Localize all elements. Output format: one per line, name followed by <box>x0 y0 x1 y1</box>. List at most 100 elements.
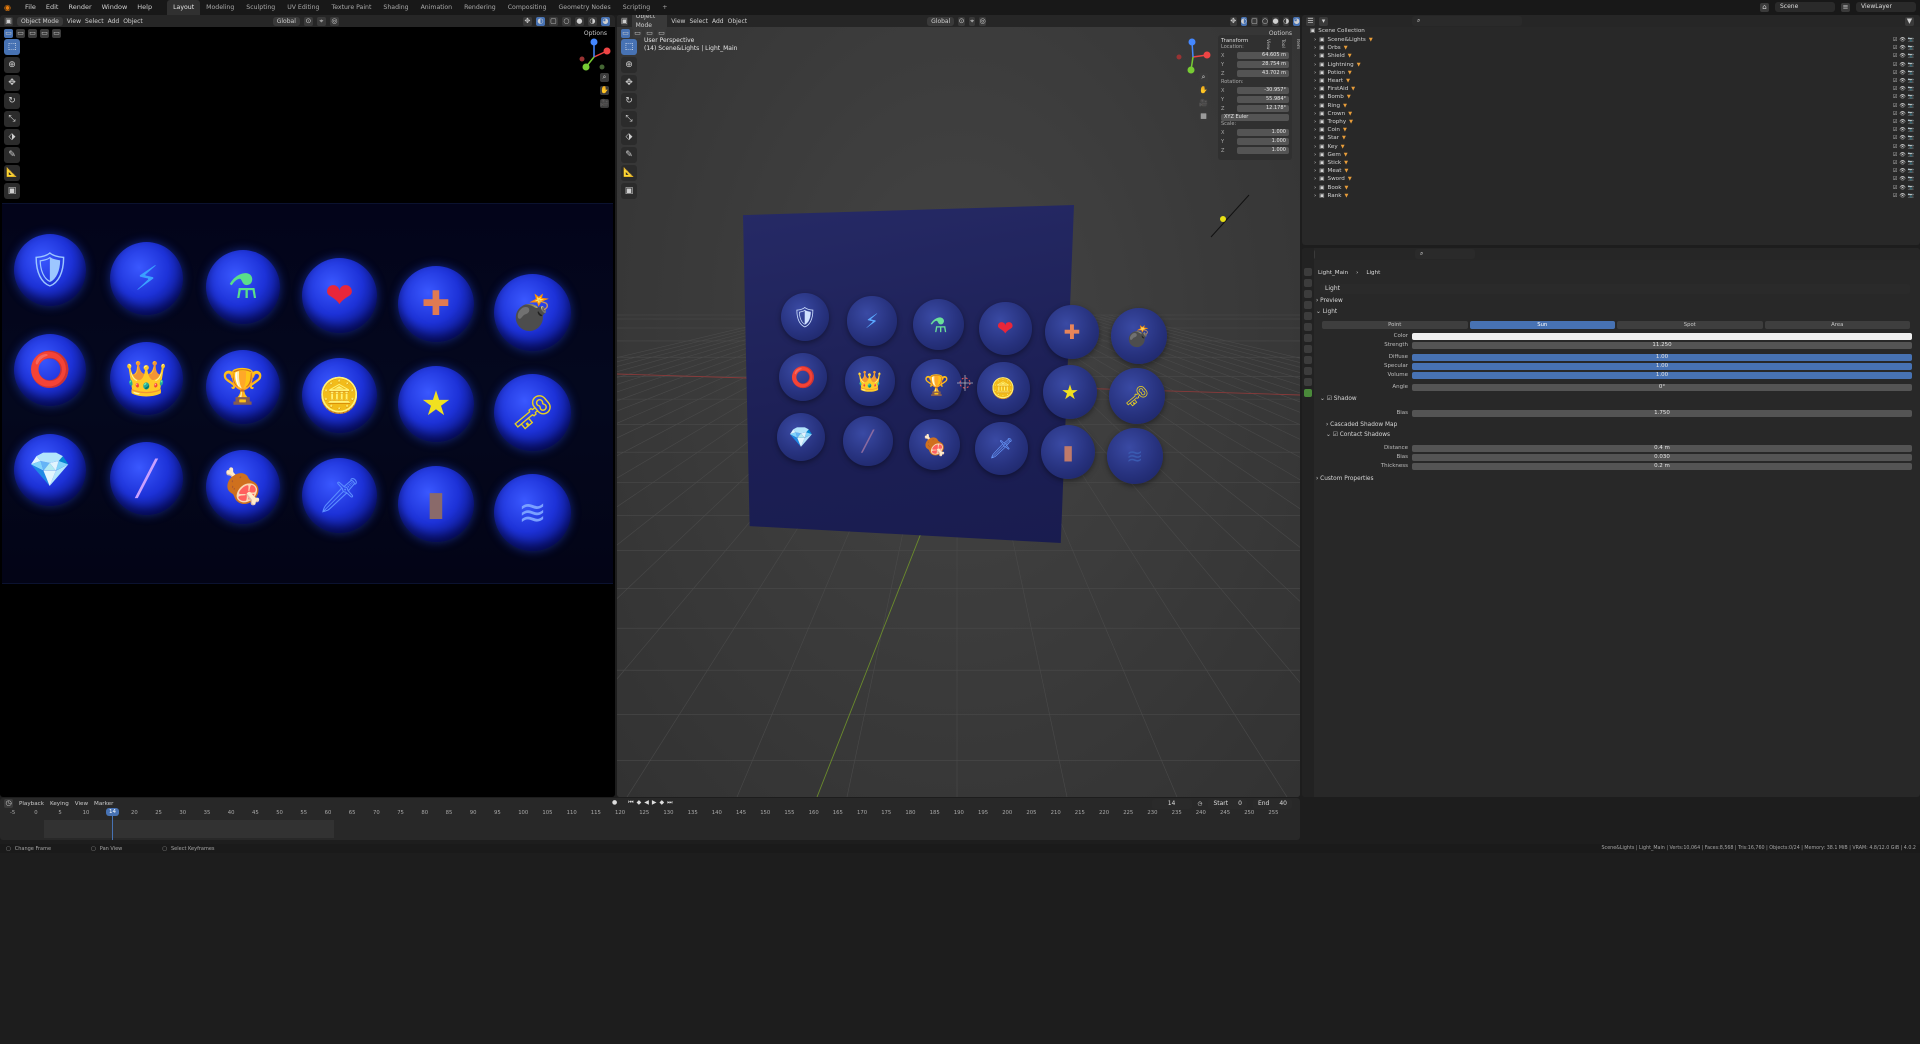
outliner-item[interactable]: › ▣ Scene&Lights ▼ ☑ 👁 📷 <box>1314 36 1920 44</box>
camera-view-icon[interactable]: 🎥 <box>600 99 609 108</box>
snap-icon[interactable]: ⌖ <box>968 16 976 26</box>
pan-hand-icon[interactable]: ✋ <box>600 86 609 95</box>
meat-scene-object[interactable]: 🍖 <box>909 419 960 470</box>
move-tool-icon[interactable]: ✥ <box>4 75 20 91</box>
camera-icon[interactable]: 📷 <box>1908 85 1914 93</box>
menu-window[interactable]: Window <box>97 0 133 15</box>
exclude-checkbox-icon[interactable]: ☑ <box>1893 134 1897 142</box>
navigation-gizmo[interactable] <box>1173 37 1213 77</box>
camera-icon[interactable]: 📷 <box>1908 77 1914 85</box>
left-viewport[interactable]: ▣ Object Mode View Select Add Object Glo… <box>0 15 615 797</box>
camera-icon[interactable]: 📷 <box>1908 175 1914 183</box>
exclude-checkbox-icon[interactable]: ☑ <box>1893 159 1897 167</box>
angle-field[interactable]: 0° <box>1412 383 1912 391</box>
eye-icon[interactable]: 👁 <box>1899 159 1905 167</box>
exclude-checkbox-icon[interactable]: ☑ <box>1893 61 1897 69</box>
overlay-toggle-icon[interactable]: ◐ <box>535 16 545 26</box>
tab-layout[interactable]: Layout <box>167 0 201 15</box>
diffuse-field[interactable]: 1.00 <box>1412 353 1912 361</box>
grid-toggle-icon[interactable]: ▦ <box>1199 112 1208 121</box>
physics-tab-icon[interactable] <box>1304 367 1312 375</box>
rotation-mode-dropdown[interactable]: XYZ Euler <box>1221 114 1289 121</box>
eye-icon[interactable]: 👁 <box>1899 44 1905 52</box>
light-section[interactable]: ⌄ Light <box>1316 309 1337 315</box>
eye-icon[interactable]: 👁 <box>1899 134 1905 142</box>
camera-icon[interactable]: 📷 <box>1908 61 1914 69</box>
exclude-checkbox-icon[interactable]: ☑ <box>1893 69 1897 77</box>
current-frame-field[interactable]: 14 <box>1151 799 1192 809</box>
expand-icon[interactable]: › <box>1314 69 1316 77</box>
outliner-item[interactable]: › ▣ Star ▼ ☑ 👁 📷 <box>1314 134 1920 142</box>
eye-icon[interactable]: 👁 <box>1899 36 1905 44</box>
outliner-search-input[interactable]: ⌕ <box>1412 16 1522 26</box>
tab-sculpting[interactable]: Sculpting <box>240 0 281 15</box>
expand-icon[interactable]: › <box>1314 52 1316 60</box>
outliner-item[interactable]: › ▣ Ring ▼ ☑ 👁 📷 <box>1314 102 1920 110</box>
outliner[interactable]: ☰ ▾ ⌕ ▼ ▣ Scene Collection › ▣ Scene&Light… <box>1302 15 1920 245</box>
select-tool-icon[interactable]: ⬚ <box>4 39 20 55</box>
exclude-checkbox-icon[interactable]: ☑ <box>1893 118 1897 126</box>
zoom-icon[interactable]: ⌕ <box>600 73 609 82</box>
outliner-item[interactable]: › ▣ Orbs ▼ ☑ 👁 📷 <box>1314 44 1920 52</box>
eye-icon[interactable]: 👁 <box>1899 52 1905 60</box>
light-data-tab-icon[interactable] <box>1304 389 1312 397</box>
exclude-checkbox-icon[interactable]: ☑ <box>1893 110 1897 118</box>
end-frame-field[interactable]: End 40 <box>1252 799 1292 809</box>
eye-icon[interactable]: 👁 <box>1899 151 1905 159</box>
pivot-icon[interactable]: ⊙ <box>958 16 965 26</box>
outliner-item[interactable]: › ▣ Coin ▼ ☑ 👁 📷 <box>1314 126 1920 134</box>
shadow-section[interactable]: ⌄ ☑ Shadow <box>1320 396 1357 402</box>
location-z-field[interactable]: 43.702 m <box>1237 70 1289 77</box>
expand-icon[interactable]: › <box>1314 118 1316 126</box>
camera-icon[interactable]: 📷 <box>1908 143 1914 151</box>
crown-scene-object[interactable]: 👑 <box>845 356 895 406</box>
exclude-checkbox-icon[interactable]: ☑ <box>1893 85 1897 93</box>
coin-scene-object[interactable]: 🪙 <box>977 362 1030 415</box>
exclude-checkbox-icon[interactable]: ☑ <box>1893 151 1897 159</box>
eye-icon[interactable]: 👁 <box>1899 118 1905 126</box>
clock-icon[interactable]: ◷ <box>1198 801 1203 807</box>
eye-icon[interactable]: 👁 <box>1899 167 1905 175</box>
transform-tool-icon[interactable]: ⬗ <box>4 129 20 145</box>
light-type-area[interactable]: Area <box>1764 321 1910 329</box>
blender-logo-icon[interactable]: ◉ <box>4 3 14 13</box>
rendered-shading-icon[interactable]: ◕ <box>600 16 610 26</box>
exclude-checkbox-icon[interactable]: ☑ <box>1893 167 1897 175</box>
wireframe-shading-icon[interactable]: ○ <box>1261 16 1269 26</box>
expand-icon[interactable]: › <box>1314 143 1316 151</box>
add-cube-tool-icon[interactable]: ▣ <box>4 183 20 199</box>
exclude-checkbox-icon[interactable]: ☑ <box>1893 126 1897 134</box>
mode-dropdown[interactable]: Object Mode <box>17 16 63 26</box>
camera-icon[interactable]: 📷 <box>1908 69 1914 77</box>
overlay-toggle-icon[interactable]: ◐ <box>1240 16 1248 26</box>
object-tab-icon[interactable] <box>1304 345 1312 353</box>
modifier-tab-icon[interactable] <box>1304 356 1312 364</box>
outliner-item[interactable]: › ▣ FirstAid ▼ ☑ 👁 📷 <box>1314 85 1920 93</box>
menu-add[interactable]: Add <box>108 18 120 25</box>
outliner-item[interactable]: › ▣ Lightning ▼ ☑ 👁 📷 <box>1314 61 1920 69</box>
light-type-point[interactable]: Point <box>1322 321 1468 329</box>
scene-field[interactable]: Scene <box>1775 2 1835 12</box>
expand-icon[interactable]: › <box>1314 175 1316 183</box>
view-layer-tab-icon[interactable] <box>1304 301 1312 309</box>
annotate-tool-icon[interactable]: ✎ <box>4 147 20 163</box>
options-dropdown[interactable]: Options <box>584 30 607 37</box>
world-tab-icon[interactable] <box>1304 323 1312 331</box>
add-workspace-button[interactable]: + <box>656 0 673 15</box>
sun-light-object[interactable] <box>1207 191 1255 241</box>
trophy-scene-object[interactable]: 🏆 <box>911 359 962 410</box>
render-tab-icon[interactable] <box>1304 279 1312 287</box>
bomb-scene-object[interactable]: 💣 <box>1111 308 1167 364</box>
specular-field[interactable]: 1.00 <box>1412 362 1912 370</box>
expand-icon[interactable]: › <box>1314 93 1316 101</box>
material-shading-icon[interactable]: ◑ <box>587 16 597 26</box>
outliner-item[interactable]: › ▣ Book ▼ ☑ 👁 📷 <box>1314 184 1920 192</box>
light-type-sun[interactable]: Sun <box>1469 321 1615 329</box>
exclude-checkbox-icon[interactable]: ☑ <box>1893 93 1897 101</box>
editor-type-icon[interactable]: ◷ <box>4 799 13 808</box>
expand-icon[interactable]: › <box>1314 134 1316 142</box>
exclude-checkbox-icon[interactable]: ☑ <box>1893 44 1897 52</box>
eye-icon[interactable]: 👁 <box>1899 102 1905 110</box>
rotate-tool-icon[interactable]: ↻ <box>4 93 20 109</box>
pivot-icon[interactable]: ⊙ <box>303 16 313 26</box>
